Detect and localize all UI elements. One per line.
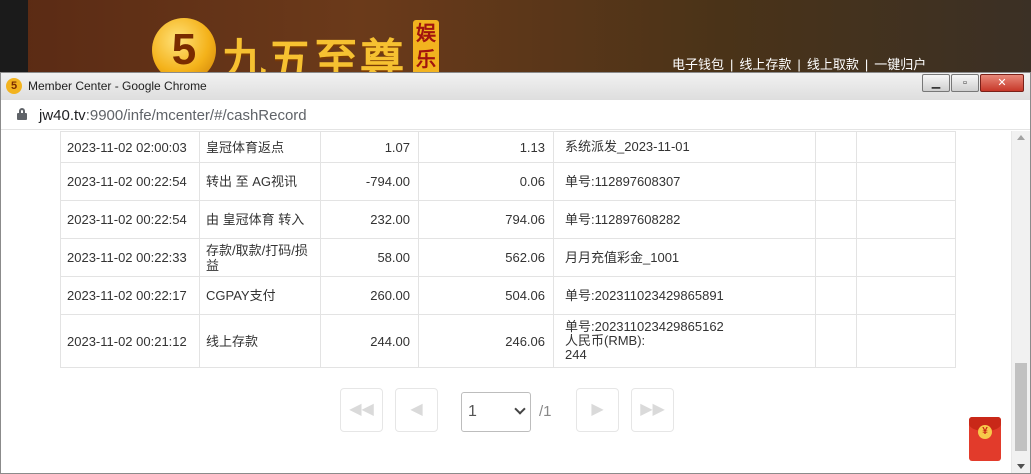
cell-date: 2023-11-02 00:21:12 (60, 314, 200, 368)
cell-empty (856, 131, 956, 163)
cell-empty (815, 162, 857, 201)
nav-separator: | (730, 57, 734, 72)
nav-e-wallet[interactable]: 电子钱包 (672, 57, 724, 72)
cell-empty (815, 238, 857, 277)
cell-type: CGPAY支付 (199, 276, 321, 315)
chevron-down-icon (514, 403, 526, 415)
vertical-scrollbar[interactable] (1011, 131, 1030, 473)
cell-date: 2023-11-02 00:22:54 (60, 162, 200, 201)
cell-type: 皇冠体育返点 (199, 131, 321, 163)
note-line: 月月充值彩金_1001 (565, 249, 680, 265)
cell-empty (856, 314, 956, 368)
cell-date: 2023-11-02 00:22:17 (60, 276, 200, 315)
page-select[interactable]: 1 (461, 392, 531, 432)
cell-empty (856, 162, 956, 201)
minimize-button[interactable]: ▁ (922, 74, 950, 92)
site-banner: 5 九五至尊 娱乐 电子钱包 | 线上存款 | 线上取款 | 一键归户 (0, 0, 1031, 86)
cell-date: 2023-11-02 02:00:03 (60, 131, 200, 163)
cell-note: 单号:112897608307 (553, 162, 816, 201)
page-content: 2023-11-02 02:00:03 皇冠体育返点 1.07 1.13 系统派… (1, 131, 1011, 473)
cell-empty (856, 276, 956, 315)
cell-balance: 504.06 (418, 276, 554, 315)
note-line: 人民币(RMB): (565, 333, 646, 348)
nav-separator: | (797, 57, 801, 72)
nav-separator: | (864, 57, 869, 72)
cell-type: 转出 至 AG视讯 (199, 162, 321, 201)
cell-empty (815, 131, 857, 163)
cell-balance: 1.13 (418, 131, 554, 163)
cell-amount: 1.07 (320, 131, 419, 163)
banner-left-strip (0, 0, 28, 78)
page-total: /1 (539, 403, 552, 420)
prev-page-button[interactable]: ◀ (395, 388, 438, 432)
cell-empty (815, 200, 857, 239)
note-line: 单号:202311023429865891 (565, 287, 724, 303)
cell-note: 单号:202311023429865162 人民币(RMB): 244 (553, 314, 816, 368)
window-titlebar[interactable]: 5 Member Center - Google Chrome ▁ ▫ ✕ (1, 73, 1030, 100)
scroll-up-icon[interactable] (1017, 135, 1025, 140)
cell-amount: 260.00 (320, 276, 419, 315)
browser-window: 5 Member Center - Google Chrome ▁ ▫ ✕ jw… (0, 72, 1031, 474)
address-bar[interactable]: jw40.tv:9900/infe/mcenter/#/cashRecord (1, 100, 1030, 130)
next-page-button[interactable]: ▶ (576, 388, 619, 432)
cash-record-table: 2023-11-02 02:00:03 皇冠体育返点 1.07 1.13 系统派… (60, 131, 956, 368)
close-button[interactable]: ✕ (980, 74, 1024, 92)
cell-type: 由 皇冠体育 转入 (199, 200, 321, 239)
cell-empty (856, 200, 956, 239)
table-row: 2023-11-02 00:22:54 转出 至 AG视讯 -794.00 0.… (60, 162, 956, 201)
note-line: 单号:202311023429865162 (565, 319, 724, 334)
table-row: 2023-11-02 00:22:33 存款/取款/打码/损益 58.00 56… (60, 238, 956, 277)
maximize-button[interactable]: ▫ (951, 74, 979, 92)
cell-note: 单号:202311023429865891 (553, 276, 816, 315)
cell-balance: 562.06 (418, 238, 554, 277)
cell-amount: -794.00 (320, 162, 419, 201)
url-path: :9900/infe/mcenter/#/cashRecord (85, 107, 307, 124)
site-nav: 电子钱包 | 线上存款 | 线上取款 | 一键归户 (672, 54, 926, 73)
app-logo-icon: 5 (6, 78, 22, 94)
nav-online-deposit[interactable]: 线上存款 (739, 57, 791, 72)
red-packet-icon[interactable]: ¥ (969, 417, 1001, 461)
scroll-down-icon[interactable] (1017, 464, 1025, 469)
coin-icon: ¥ (978, 425, 992, 439)
table-row: 2023-11-02 02:00:03 皇冠体育返点 1.07 1.13 系统派… (60, 131, 956, 163)
note-line: 单号:112897608282 (565, 211, 681, 227)
cell-balance: 794.06 (418, 200, 554, 239)
last-page-button[interactable]: ▶▶ (631, 388, 674, 432)
url-text[interactable]: jw40.tv:9900/infe/mcenter/#/cashRecord (39, 107, 307, 124)
nav-online-withdraw[interactable]: 线上取款 (807, 57, 859, 72)
cell-note: 系统派发_2023-11-01 (553, 131, 816, 163)
cell-empty (815, 276, 857, 315)
cell-amount: 244.00 (320, 314, 419, 368)
cell-type: 存款/取款/打码/损益 (199, 238, 321, 277)
table-row: 2023-11-02 00:22:17 CGPAY支付 260.00 504.0… (60, 276, 956, 315)
first-page-button[interactable]: ◀◀ (340, 388, 383, 432)
cell-note: 单号:112897608282 (553, 200, 816, 239)
scrollbar-thumb[interactable] (1015, 363, 1027, 451)
cell-date: 2023-11-02 00:22:33 (60, 238, 200, 277)
nav-one-click-transfer[interactable]: 一键归户 (874, 57, 926, 72)
note-line: 244 (565, 347, 587, 362)
cell-balance: 246.06 (418, 314, 554, 368)
table-row: 2023-11-02 00:21:12 线上存款 244.00 246.06 单… (60, 314, 956, 368)
page-select-value: 1 (468, 403, 477, 420)
cell-note: 月月充值彩金_1001 (553, 238, 816, 277)
site-logo-tag: 娱乐 (413, 20, 439, 76)
cell-amount: 58.00 (320, 238, 419, 277)
cell-balance: 0.06 (418, 162, 554, 201)
url-host: jw40.tv (39, 107, 86, 124)
cell-date: 2023-11-02 00:22:54 (60, 200, 200, 239)
note-line: 系统派发_2023-11-01 (565, 139, 690, 154)
cell-empty (815, 314, 857, 368)
table-row: 2023-11-02 00:22:54 由 皇冠体育 转入 232.00 794… (60, 200, 956, 239)
cell-amount: 232.00 (320, 200, 419, 239)
note-line: 单号:112897608307 (565, 173, 681, 189)
window-title: Member Center - Google Chrome (28, 79, 207, 93)
lock-icon[interactable] (17, 108, 27, 120)
cell-type: 线上存款 (199, 314, 321, 368)
cell-empty (856, 238, 956, 277)
window-controls: ▁ ▫ ✕ (921, 74, 1024, 92)
